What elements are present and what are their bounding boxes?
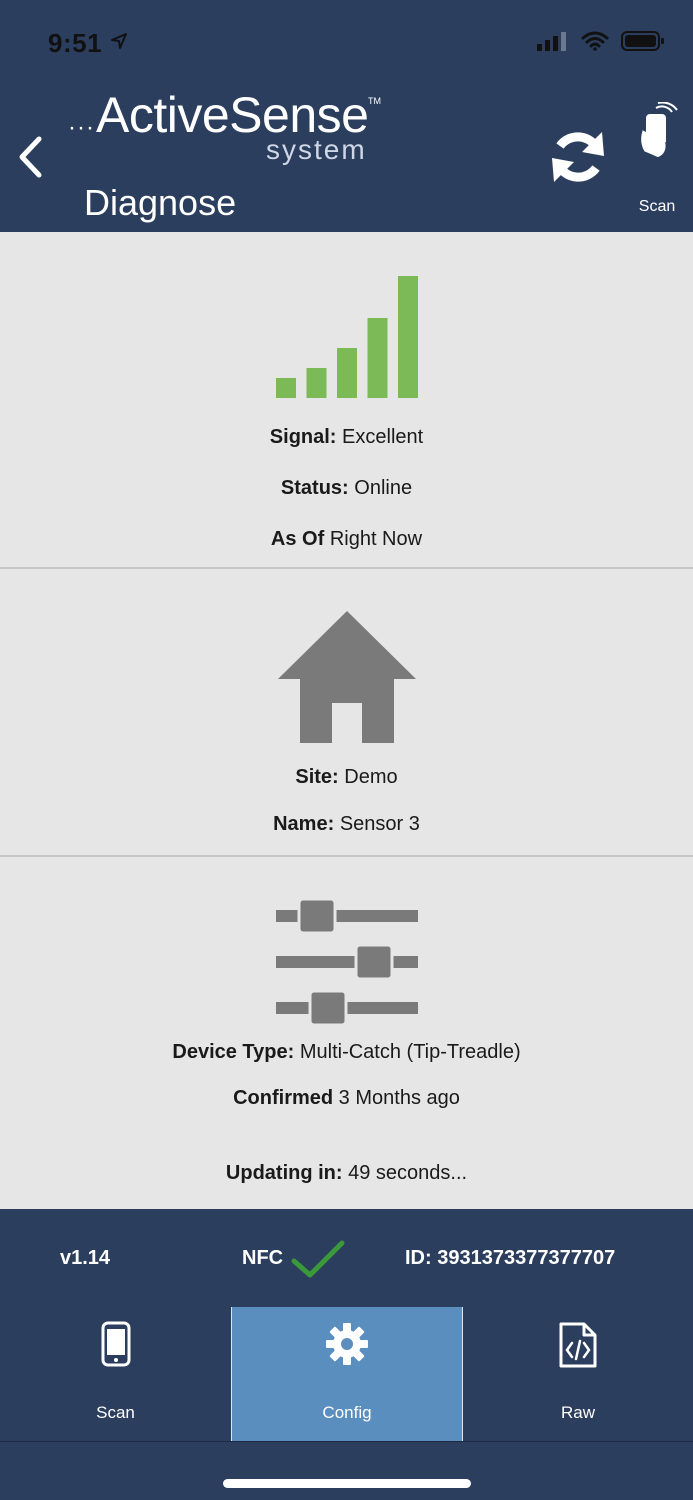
scan-header-button[interactable]: Scan: [626, 100, 688, 220]
tab-scan[interactable]: Scan: [0, 1307, 231, 1441]
tab-config-label: Config: [322, 1403, 372, 1422]
check-icon: [291, 1240, 345, 1278]
chevron-left-icon: [19, 136, 42, 178]
name-label: Name:: [273, 813, 335, 835]
nfc-label: NFC: [242, 1247, 284, 1269]
as-of-label: As Of: [270, 528, 325, 550]
activesense-logo: ··· ActiveSense TM system: [68, 86, 388, 166]
device-id-label: ID:: [405, 1247, 432, 1269]
sliders-icon: [276, 897, 418, 1027]
signal-label: Signal:: [269, 426, 337, 448]
location-arrow-icon: [111, 33, 127, 49]
signal-bar: [337, 348, 357, 398]
device-type-line: Device Type: Multi-Catch (Tip-Treadle): [0, 1041, 693, 1064]
confirmed-line: Confirmed 3 Months ago: [0, 1087, 693, 1110]
status-time: 9:51: [48, 28, 103, 58]
site-line: Site: Demo: [0, 766, 693, 789]
wifi-icon: [581, 31, 609, 51]
device-type-value: Multi-Catch (Tip-Treadle): [299, 1041, 521, 1063]
phone-icon: [101, 1321, 130, 1367]
device-section: Device Type: Multi-Catch (Tip-Treadle) C…: [0, 857, 693, 1209]
updating-value: 49 seconds...: [348, 1162, 468, 1184]
tab-scan-label: Scan: [96, 1403, 135, 1422]
signal-bar: [276, 378, 296, 398]
refresh-icon: [552, 132, 604, 182]
logo-dots: ···: [68, 114, 95, 141]
status-label: Status:: [280, 477, 349, 499]
refresh-button[interactable]: [548, 128, 608, 186]
confirmed-value: 3 Months ago: [338, 1087, 460, 1109]
logo-trademark: TM: [368, 96, 381, 106]
diagnose-content: Signal: Excellent Status: Online As Of R…: [0, 232, 693, 1209]
nfc-hand-icon: [639, 102, 678, 159]
cellular-signal-icon: [537, 32, 566, 51]
tab-raw[interactable]: Raw: [462, 1307, 693, 1441]
status-line: Status: Online: [0, 477, 693, 500]
name-line: Name: Sensor 3: [0, 813, 693, 836]
code-file-icon: [559, 1322, 597, 1368]
as-of-value: Right Now: [329, 528, 423, 550]
signal-section: Signal: Excellent Status: Online As Of R…: [0, 232, 693, 569]
info-bar: v1.14 NFC ID: 3931373377377707: [0, 1209, 693, 1307]
tab-config[interactable]: Config: [231, 1307, 462, 1441]
back-button[interactable]: [10, 132, 50, 182]
logo-subtitle: system: [266, 134, 367, 165]
updating-line: Updating in: 49 seconds...: [0, 1162, 693, 1185]
device-id: ID: 3931373377377707: [405, 1247, 615, 1270]
tab-raw-label: Raw: [560, 1403, 595, 1422]
signal-bar: [367, 318, 388, 398]
signal-strength-icon: [276, 276, 418, 398]
home-icon: [278, 611, 416, 743]
status-indicators: [537, 30, 665, 52]
signal-bar: [398, 276, 418, 398]
home-indicator-area: [0, 1441, 693, 1500]
site-label: Site:: [295, 766, 339, 788]
home-indicator[interactable]: [223, 1479, 471, 1488]
site-section: Site: Demo Name: Sensor 3: [0, 569, 693, 857]
signal-line: Signal: Excellent: [0, 426, 693, 449]
battery-icon: [621, 31, 664, 51]
name-value: Sensor 3: [339, 813, 420, 835]
gear-icon: [326, 1323, 368, 1365]
device-type-label: Device Type:: [172, 1041, 295, 1063]
site-value: Demo: [344, 766, 398, 788]
signal-value: Excellent: [342, 426, 424, 448]
scan-header-label: Scan: [638, 198, 676, 215]
app-header: 9:51 ··· ActiveSense TM system Diagnose …: [0, 0, 693, 232]
status-value: Online: [354, 477, 413, 499]
as-of-line: As Of Right Now: [0, 528, 693, 551]
bottom-tab-bar: Scan Config Raw: [0, 1307, 693, 1441]
app-version: v1.14: [60, 1247, 111, 1269]
page-title: Diagnose: [84, 182, 237, 223]
confirmed-label: Confirmed: [233, 1087, 334, 1109]
signal-bar: [306, 368, 327, 398]
updating-label: Updating in:: [225, 1162, 343, 1184]
device-id-value: 3931373377377707: [437, 1247, 616, 1269]
